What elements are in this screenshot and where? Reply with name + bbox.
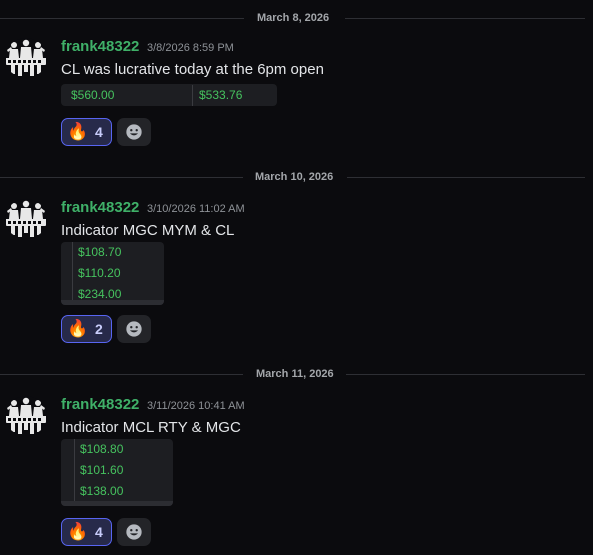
values-embed: $108.80 $101.60 $138.00 [61, 439, 173, 506]
fire-emoji-icon: 🔥 [67, 522, 89, 541]
add-reaction-button[interactable] [117, 315, 151, 343]
fire-emoji-icon: 🔥 [67, 122, 89, 141]
add-reaction-button[interactable] [117, 518, 151, 546]
silhouette-group-avatar-icon [5, 38, 47, 78]
value-cell: $533.76 [192, 84, 242, 106]
avatar[interactable] [5, 396, 47, 436]
date-divider-label: March 11, 2026 [256, 368, 334, 380]
chat-message: frank48322 3/11/2026 10:41 AM Indicator … [0, 396, 593, 546]
timestamp: 3/11/2026 10:41 AM [147, 400, 245, 412]
value-cell: $560.00 [71, 87, 115, 102]
message-text: CL was lucrative today at the 6pm open [61, 61, 324, 78]
date-divider: March 10, 2026 [0, 169, 593, 185]
value-cell: $101.60 [80, 463, 124, 477]
value-cell: $110.20 [78, 266, 121, 280]
value-cell: $108.80 [80, 442, 124, 456]
values-embed: $108.70 $110.20 $234.00 [61, 242, 164, 305]
silhouette-group-avatar-icon [5, 396, 47, 436]
add-reaction-button[interactable] [117, 118, 151, 146]
smiley-face-icon [125, 523, 143, 541]
smiley-face-icon [125, 320, 143, 338]
reaction-button[interactable]: 🔥 4 [61, 518, 112, 546]
chat-message: frank48322 3/8/2026 8:59 PM CL was lucra… [0, 38, 593, 150]
reaction-button[interactable]: 🔥 2 [61, 315, 112, 343]
values-embed: $560.00 $533.76 [61, 84, 277, 106]
timestamp: 3/8/2026 8:59 PM [147, 42, 234, 54]
avatar[interactable] [5, 199, 47, 239]
timestamp: 3/10/2026 11:02 AM [147, 203, 245, 215]
avatar[interactable] [5, 38, 47, 78]
value-cell: $138.00 [80, 484, 124, 498]
message-text: Indicator MGC MYM & CL [61, 222, 235, 239]
username[interactable]: frank48322 [61, 199, 139, 217]
fire-emoji-icon: 🔥 [67, 319, 89, 338]
date-divider: March 8, 2026 [0, 10, 593, 26]
date-divider: March 11, 2026 [0, 366, 593, 382]
date-divider-label: March 10, 2026 [255, 171, 334, 183]
reaction-count: 4 [95, 524, 103, 540]
date-divider-label: March 8, 2026 [257, 12, 330, 24]
silhouette-group-avatar-icon [5, 199, 47, 239]
reaction-count: 4 [95, 124, 103, 140]
message-text: Indicator MCL RTY & MGC [61, 419, 241, 436]
reaction-button[interactable]: 🔥 4 [61, 118, 112, 146]
value-cell: $108.70 [78, 245, 122, 259]
smiley-face-icon [125, 123, 143, 141]
reaction-count: 2 [95, 321, 103, 337]
username[interactable]: frank48322 [61, 396, 139, 414]
username[interactable]: frank48322 [61, 38, 139, 56]
chat-message: frank48322 3/10/2026 11:02 AM Indicator … [0, 199, 593, 345]
